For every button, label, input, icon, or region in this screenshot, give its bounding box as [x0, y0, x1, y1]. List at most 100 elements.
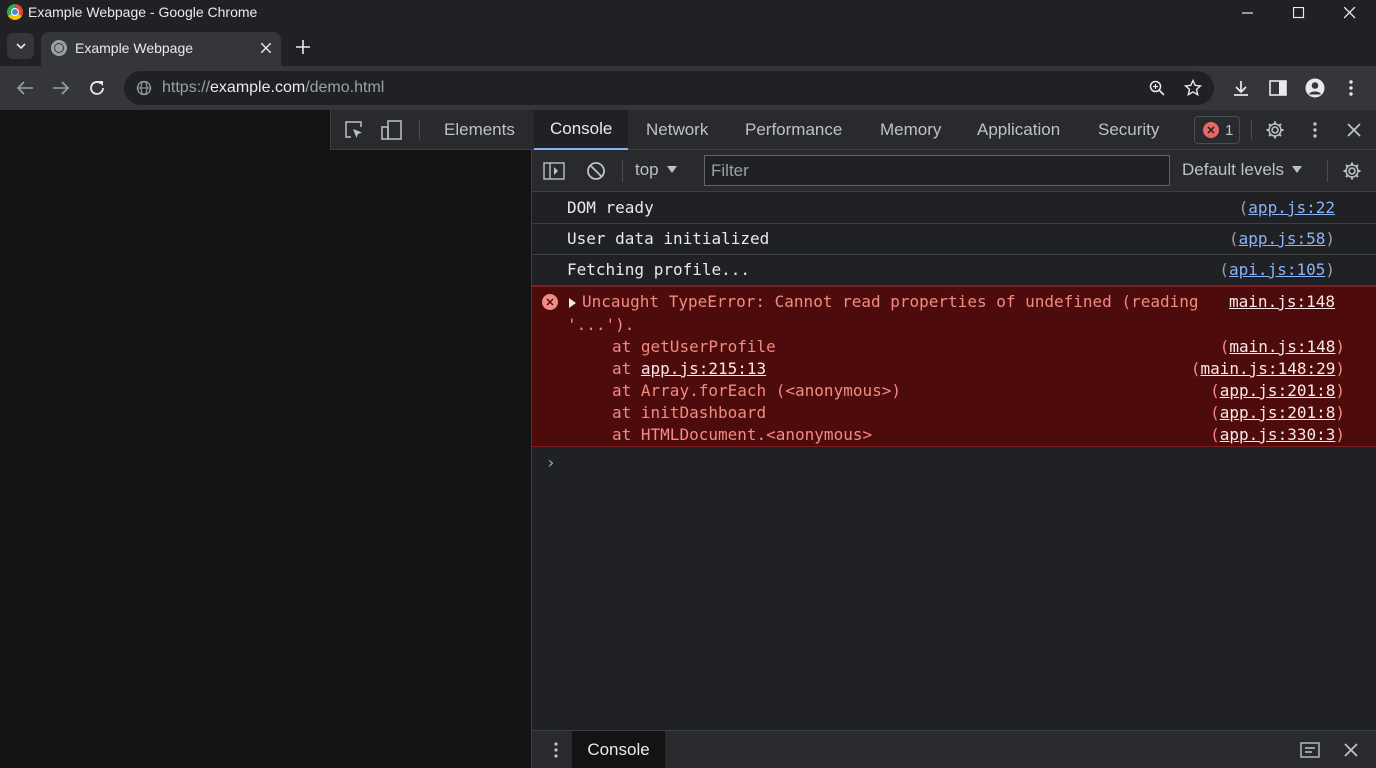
browser-tab[interactable]: Example Webpage	[41, 32, 281, 66]
kebab-menu-icon	[1349, 80, 1353, 96]
new-tab-button[interactable]	[292, 36, 314, 58]
arrow-right-icon	[53, 81, 70, 95]
tab-network[interactable]: Network	[630, 110, 724, 150]
chrome-logo-icon	[7, 4, 23, 20]
downloads-button[interactable]	[1229, 76, 1253, 100]
source-link[interactable]: app.js:330:3	[1220, 425, 1336, 444]
gear-icon	[1343, 162, 1361, 180]
console-message: User data initialized (app.js:58)	[532, 224, 1376, 255]
maximize-button[interactable]	[1276, 0, 1322, 26]
devtools-menu-button[interactable]	[1303, 119, 1327, 141]
source-link[interactable]: main.js:148	[1229, 337, 1335, 356]
kebab-menu-icon	[554, 742, 558, 758]
minimize-button[interactable]	[1225, 0, 1271, 26]
avatar-icon	[1305, 78, 1325, 98]
source-link[interactable]: main.js:148:29	[1201, 359, 1336, 378]
zoom-icon[interactable]	[1147, 78, 1167, 98]
error-source: main.js:148	[1229, 292, 1335, 311]
divider	[1251, 120, 1252, 140]
divider	[622, 160, 623, 182]
window-title: Example Webpage - Google Chrome	[28, 4, 258, 20]
title-bar: Example Webpage - Google Chrome	[0, 0, 1376, 26]
chrome-menu-button[interactable]	[1339, 76, 1363, 100]
tab-application[interactable]: Application	[961, 110, 1076, 150]
drawer-tab-console[interactable]: Console	[572, 731, 665, 768]
message-text: Fetching profile...	[567, 260, 751, 279]
back-button[interactable]	[13, 76, 37, 100]
error-message: ✕ Uncaught TypeError: Cannot read proper…	[532, 286, 1376, 447]
panel-icon	[1300, 742, 1320, 758]
clear-console-button[interactable]	[584, 160, 608, 182]
tab-close-button[interactable]	[257, 39, 275, 57]
levels-label: Default levels	[1182, 160, 1285, 179]
source-link[interactable]: app.js:201:8	[1220, 403, 1336, 422]
toggle-sidebar-button[interactable]	[542, 160, 566, 182]
tab-console[interactable]: Console	[534, 110, 629, 150]
tab-strip: Example Webpage	[0, 26, 1376, 66]
stack-source: (app.js:201:8)	[1210, 381, 1345, 400]
error-count-badge[interactable]: ✕ 1	[1194, 116, 1240, 144]
inspect-element-button[interactable]	[342, 119, 366, 141]
triangle-down-icon	[1292, 166, 1303, 173]
close-drawer-button[interactable]	[1340, 739, 1362, 761]
reload-button[interactable]	[85, 76, 109, 100]
stack-frame: at initDashboard	[612, 403, 767, 422]
error-count: 1	[1225, 121, 1234, 139]
close-devtools-button[interactable]	[1342, 119, 1366, 141]
log-levels-dropdown[interactable]: Default levels	[1182, 160, 1303, 180]
site-info-icon[interactable]	[134, 78, 154, 98]
sidebar-icon	[543, 162, 565, 180]
console-settings-button[interactable]	[1340, 159, 1364, 183]
bookmark-star-icon[interactable]	[1183, 78, 1203, 98]
context-selector[interactable]: top	[635, 160, 677, 180]
source-link[interactable]: app.js:58	[1239, 229, 1326, 248]
divider	[1327, 160, 1328, 182]
source-link[interactable]: app.js:22	[1248, 198, 1335, 217]
filter-input[interactable]	[704, 155, 1170, 186]
console-messages: DOM ready (app.js:22 User data initializ…	[532, 193, 1376, 447]
context-label: top	[635, 160, 659, 179]
tab-security[interactable]: Security	[1082, 110, 1175, 150]
url-text: https://example.com/demo.html	[162, 79, 385, 96]
address-bar[interactable]: https://example.com/demo.html	[124, 71, 1214, 105]
tab-performance[interactable]: Performance	[729, 110, 858, 150]
source-link[interactable]: app.js:215:13	[641, 359, 766, 378]
close-window-button[interactable]	[1327, 0, 1373, 26]
stack-source: (app.js:330:3)	[1210, 425, 1345, 444]
devtools-settings-button[interactable]	[1263, 119, 1287, 141]
close-icon	[1347, 123, 1361, 137]
drawer-dock-button[interactable]	[1299, 739, 1321, 761]
source-link[interactable]: app.js:201:8	[1220, 381, 1336, 400]
plus-icon	[296, 40, 310, 54]
block-icon	[587, 162, 605, 180]
error-text-cont: '...').	[567, 315, 635, 334]
source-link[interactable]: api.js:105	[1229, 260, 1325, 279]
side-panel-button[interactable]	[1266, 76, 1290, 100]
source-link[interactable]: main.js:148	[1229, 292, 1335, 311]
expand-triangle-icon[interactable]	[569, 298, 576, 308]
inspect-icon	[345, 121, 362, 138]
tab-memory[interactable]: Memory	[864, 110, 957, 150]
devtools-tab-bar: Elements Console Network Performance Mem…	[330, 110, 1376, 150]
download-icon	[1234, 81, 1248, 96]
stack-frame: at getUserProfile	[612, 337, 776, 356]
stack-source: (main.js:148:29)	[1190, 359, 1345, 378]
tab-search-button[interactable]	[7, 33, 34, 59]
tab-elements[interactable]: Elements	[428, 110, 531, 150]
drawer-menu-button[interactable]	[546, 739, 566, 761]
message-source: (api.js:105)	[1219, 260, 1335, 279]
device-toolbar-button[interactable]	[380, 119, 404, 141]
console-prompt[interactable]: ›	[546, 453, 556, 472]
divider	[419, 120, 420, 140]
tab-title: Example Webpage	[75, 40, 194, 56]
forward-button[interactable]	[49, 76, 73, 100]
error-icon: ✕	[1203, 122, 1219, 138]
maximize-icon	[1293, 7, 1305, 19]
device-icon	[381, 120, 402, 140]
gear-icon	[1266, 121, 1284, 139]
profile-button[interactable]	[1303, 76, 1327, 100]
stack-frame: at HTMLDocument.<anonymous>	[612, 425, 873, 444]
reload-icon	[90, 81, 104, 95]
console-panel: top Default levels DOM ready (app.js:22 …	[531, 150, 1376, 768]
message-source: (app.js:22	[1238, 198, 1335, 217]
